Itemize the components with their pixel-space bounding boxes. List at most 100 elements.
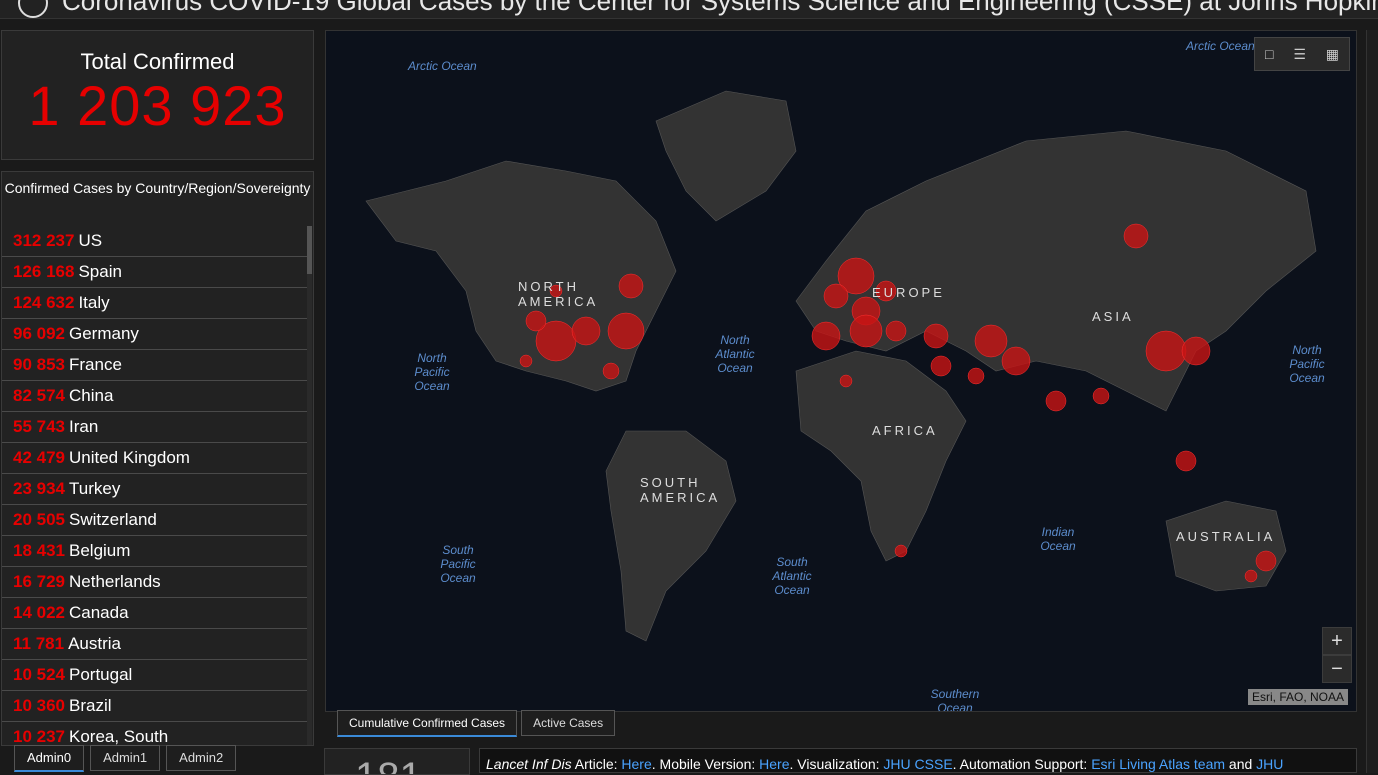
map-tabs: Cumulative Confirmed Cases Active Cases: [337, 710, 619, 737]
list-item[interactable]: 23 934 Turkey: [2, 474, 308, 505]
list-item[interactable]: 312 237 US: [2, 226, 308, 257]
ocean-label: South Pacific Ocean: [440, 543, 476, 585]
list-item[interactable]: 42 479 United Kingdom: [2, 443, 308, 474]
case-marker: [525, 310, 547, 332]
list-item-country: Brazil: [69, 696, 112, 715]
list-item-country: China: [69, 386, 114, 405]
total-confirmed-panel: Total Confirmed 1 203 923: [1, 30, 314, 160]
list-item-count: 23 934: [13, 479, 65, 498]
case-marker: [930, 355, 952, 377]
total-confirmed-value: 1 203 923: [28, 74, 287, 137]
list-item[interactable]: 124 632 Italy: [2, 288, 308, 319]
legend-list-icon[interactable]: ☰: [1293, 46, 1306, 63]
info-bar: Lancet Inf Dis Article: Here. Mobile Ver…: [479, 748, 1357, 773]
continent-label: AUSTRALIA: [1176, 529, 1276, 544]
ocean-label: Southern Ocean: [930, 687, 980, 712]
list-item-count: 18 431: [13, 541, 65, 560]
ocean-label: North Pacific Ocean: [1289, 343, 1325, 385]
list-item-count: 126 168: [13, 262, 75, 281]
list-item[interactable]: 55 743 Iran: [2, 412, 308, 443]
case-marker: [1255, 550, 1277, 572]
list-item-count: 55 743: [13, 417, 65, 436]
list-item-country: Canada: [69, 603, 129, 622]
info-text: . Automation Support:: [952, 756, 1092, 772]
tab-cumulative-confirmed[interactable]: Cumulative Confirmed Cases: [337, 710, 518, 737]
list-item-country: Austria: [68, 634, 121, 653]
tab-admin2[interactable]: Admin2: [166, 745, 237, 771]
list-item[interactable]: 10 524 Portugal: [2, 660, 308, 691]
list-item-count: 10 524: [13, 665, 65, 684]
secondary-counter-panel: 181: [324, 748, 470, 775]
list-item[interactable]: 126 168 Spain: [2, 257, 308, 288]
list-item[interactable]: 11 781 Austria: [2, 629, 308, 660]
country-list-scrollbar[interactable]: [307, 226, 312, 745]
ocean-label: North Pacific Ocean: [414, 351, 450, 393]
case-marker: [1045, 390, 1067, 412]
ocean-label: South Atlantic Ocean: [772, 555, 812, 597]
map-attribution: Esri, FAO, NOAA: [1247, 689, 1348, 705]
list-item[interactable]: 90 853 France: [2, 350, 308, 381]
secondary-counter-value: 181: [355, 755, 422, 774]
list-item[interactable]: 10 237 Korea, South: [2, 722, 308, 746]
bookmark-icon[interactable]: □: [1265, 46, 1273, 62]
jhu-shield-icon: [18, 0, 48, 18]
list-item[interactable]: 18 431 Belgium: [2, 536, 308, 567]
list-item[interactable]: 14 022 Canada: [2, 598, 308, 629]
header-bar: Coronavirus COVID-19 Global Cases by the…: [0, 0, 1378, 19]
info-link-mobile[interactable]: Here: [759, 756, 789, 772]
list-item-count: 14 022: [13, 603, 65, 622]
map-canvas: [365, 90, 1317, 642]
list-item[interactable]: 10 360 Brazil: [2, 691, 308, 722]
info-link-visualization[interactable]: JHU CSSE: [883, 756, 952, 772]
ocean-label: North Atlantic Ocean: [715, 333, 755, 375]
list-item-count: 10 237: [13, 727, 65, 746]
country-list: 312 237 US 126 168 Spain 124 632 Italy 96 092 G…: [2, 226, 308, 746]
right-panel-edge: [1366, 30, 1378, 773]
page-title: Coronavirus COVID-19 Global Cases by the…: [62, 0, 1378, 16]
info-link-automation[interactable]: Esri Living Atlas team: [1091, 756, 1225, 772]
basemap-grid-icon[interactable]: ▦: [1326, 46, 1339, 63]
list-item-count: 20 505: [13, 510, 65, 529]
list-item-country: Switzerland: [69, 510, 157, 529]
case-marker: [894, 544, 908, 558]
zoom-out-button[interactable]: −: [1322, 655, 1352, 683]
world-map[interactable]: Arctic Ocean Arctic Ocean North Pacific …: [325, 30, 1357, 712]
continent-label: AFRICA: [872, 423, 938, 438]
list-item-country: Germany: [69, 324, 139, 343]
case-marker: [1175, 450, 1197, 472]
case-marker: [811, 321, 841, 351]
list-item-country: France: [69, 355, 122, 374]
case-marker: [967, 367, 985, 385]
zoom-in-button[interactable]: +: [1322, 627, 1352, 655]
case-marker: [974, 324, 1008, 358]
list-item-count: 312 237: [13, 231, 75, 250]
list-item-country: Turkey: [69, 479, 121, 498]
info-text: . Visualization:: [789, 756, 884, 772]
info-text: Article:: [571, 756, 622, 772]
list-item-country: Iran: [69, 417, 99, 436]
map-toolbar: □ ☰ ▦: [1254, 37, 1350, 71]
tab-active-cases[interactable]: Active Cases: [521, 710, 616, 736]
country-list-panel: Confirmed Cases by Country/Region/Sovere…: [1, 171, 314, 746]
ocean-label: Indian Ocean: [1040, 525, 1076, 553]
tab-admin1[interactable]: Admin1: [90, 745, 161, 771]
list-item-country: US: [78, 231, 103, 250]
list-item-count: 42 479: [13, 448, 65, 467]
list-item-count: 10 360: [13, 696, 65, 715]
continent-label: SOUTH AMERICA: [640, 475, 721, 505]
case-marker: [1123, 223, 1149, 249]
list-item-country: Netherlands: [69, 572, 161, 591]
case-marker: [1145, 330, 1187, 372]
case-marker: [885, 320, 907, 342]
tab-admin0[interactable]: Admin0: [14, 745, 85, 772]
landmass-greenland: [655, 90, 797, 222]
list-item[interactable]: 20 505 Switzerland: [2, 505, 308, 536]
list-item[interactable]: 96 092 Germany: [2, 319, 308, 350]
info-link-article[interactable]: Here: [621, 756, 651, 772]
list-item[interactable]: 82 574 China: [2, 381, 308, 412]
list-item[interactable]: 16 729 Netherlands: [2, 567, 308, 598]
info-link-jhu[interactable]: JHU: [1256, 756, 1283, 772]
case-marker: [519, 354, 533, 368]
info-text: . Mobile Version:: [651, 756, 760, 772]
case-marker: [923, 323, 949, 349]
